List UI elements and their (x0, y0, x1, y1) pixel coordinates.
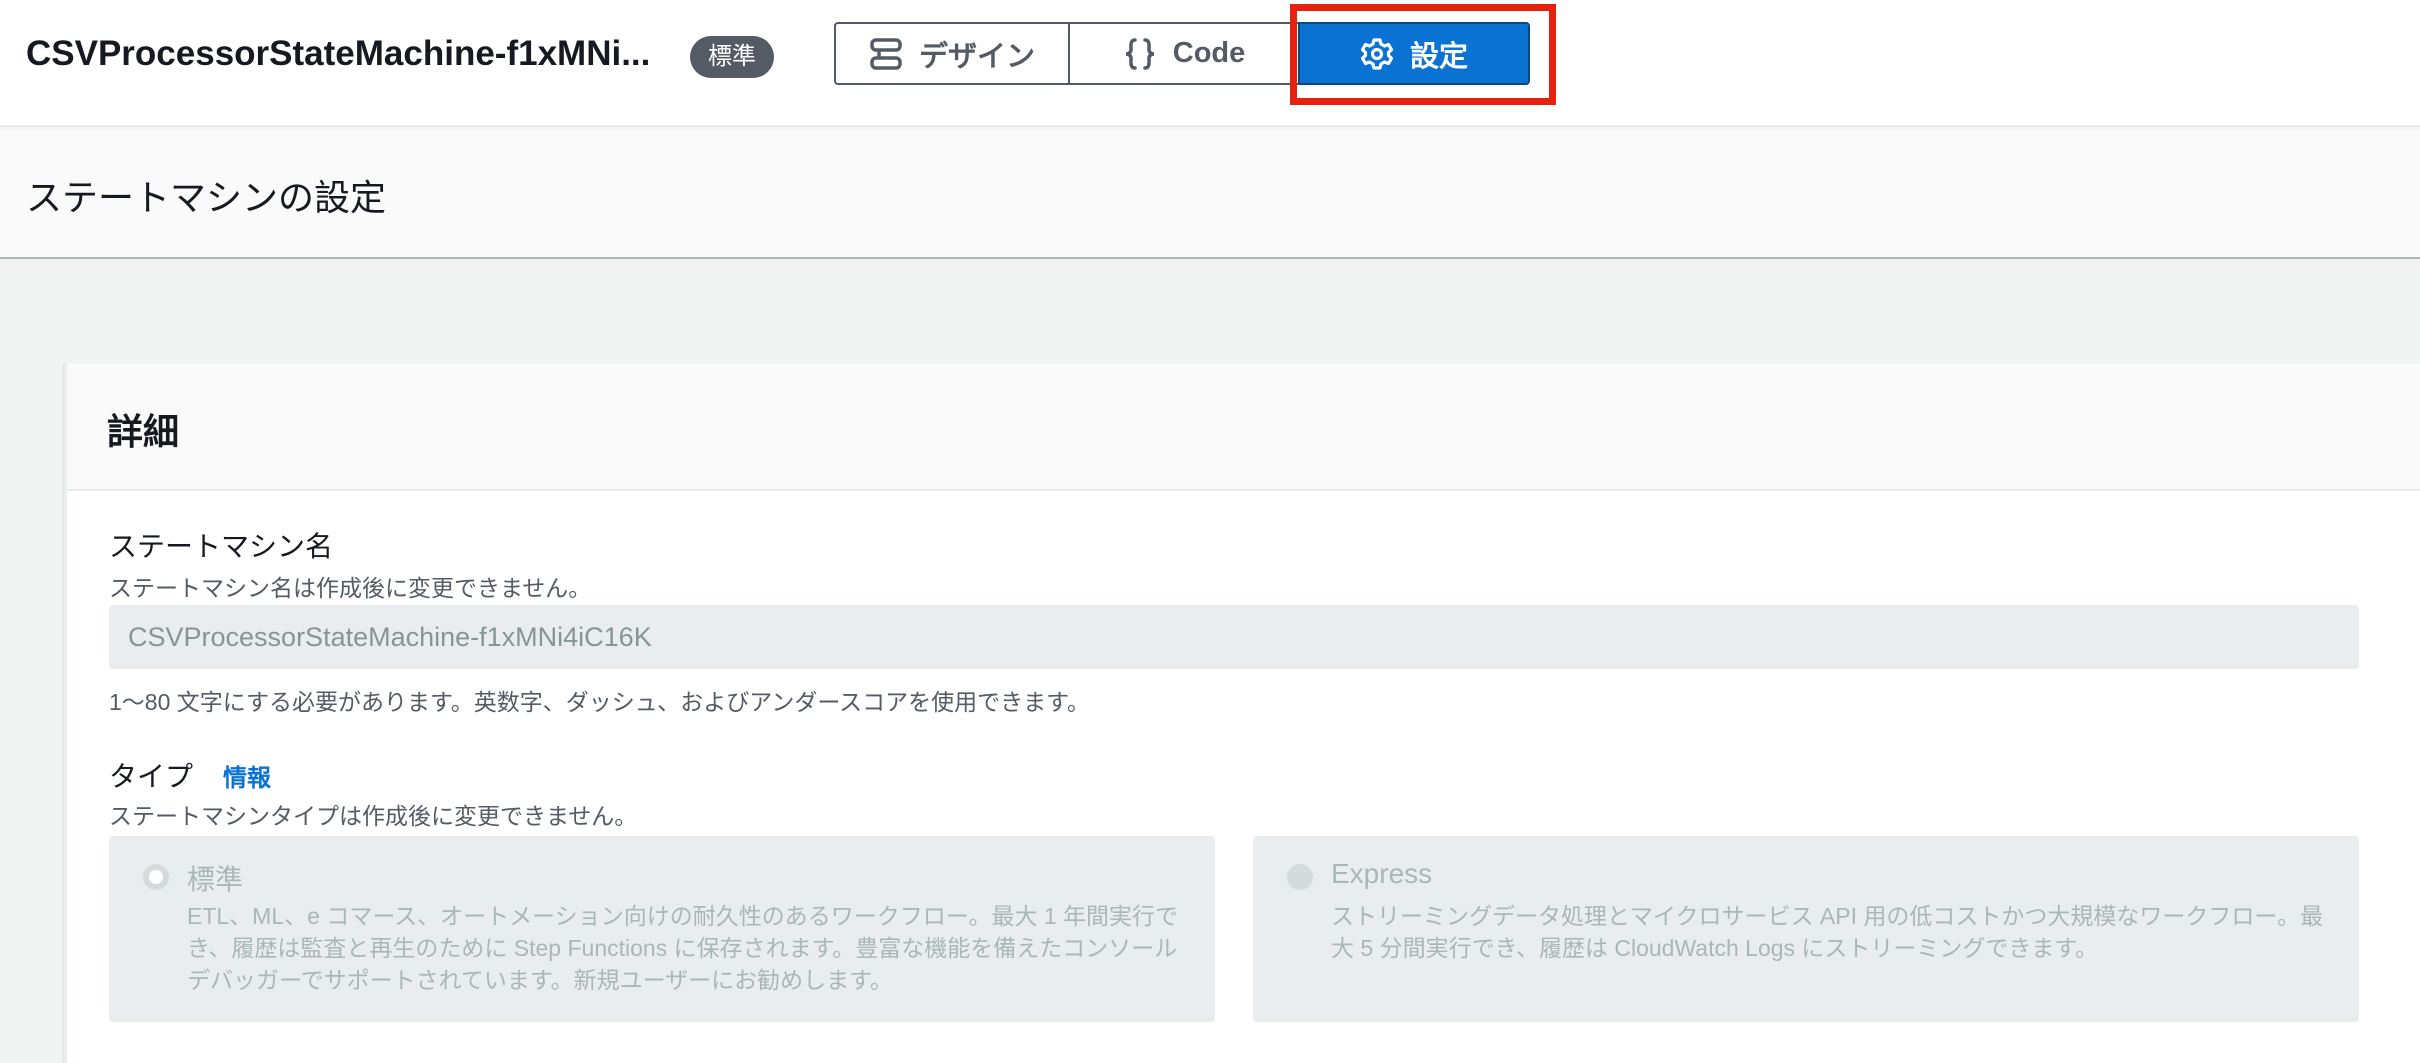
type-option-express-description: ストリーミングデータ処理とマイクロサービス API 用の低コストかつ大規模なワー… (1331, 903, 2324, 961)
radio-standard (143, 864, 169, 890)
page-title: ステートマシンの設定 (26, 177, 387, 218)
details-heading: 詳細 (107, 411, 180, 452)
braces-icon (1123, 37, 1157, 71)
type-info-link[interactable]: 情報 (223, 765, 271, 792)
tab-design-label: デザイン (918, 40, 1035, 73)
page-header: ステートマシンの設定 (0, 129, 2420, 259)
state-machine-name-input: CSVProcessorStateMachine-f1xMNi4iC16K (109, 605, 2359, 669)
tab-settings[interactable]: 設定 (1298, 22, 1530, 85)
type-option-express: Express ストリーミングデータ処理とマイクロサービス API 用の低コスト… (1253, 836, 2359, 1022)
state-machine-name-label: ステートマシン名 (109, 531, 334, 562)
type-description: ステートマシンタイプは作成後に変更できません。 (109, 803, 638, 829)
type-label: タイプ (109, 761, 194, 792)
details-panel: 詳細 ステートマシン名 ステートマシン名は作成後に変更できません。 CSVPro… (64, 363, 2420, 1063)
tab-code[interactable]: Code (1068, 22, 1300, 85)
radio-express (1287, 864, 1313, 890)
type-option-standard-title: 標準 (187, 864, 244, 895)
details-panel-header: 詳細 (67, 363, 2420, 491)
tab-code-label: Code (1172, 37, 1246, 69)
gear-icon (1360, 37, 1394, 71)
state-machine-name-description: ステートマシン名は作成後に変更できません。 (109, 575, 592, 601)
type-option-express-title: Express (1331, 858, 1433, 889)
type-option-standard-description: ETL、ML、e コマース、オートメーション向けの耐久性のあるワークフロー。最大… (187, 903, 1179, 993)
type-option-standard: 標準 ETL、ML、e コマース、オートメーション向けの耐久性のあるワークフロー… (109, 836, 1215, 1022)
state-machine-title: CSVProcessorStateMachine-f1xMNi... (26, 34, 651, 73)
view-segmented-control: デザイン Code 設定 (834, 22, 1530, 85)
top-bar: CSVProcessorStateMachine-f1xMNi... 標準 デザ… (0, 0, 2420, 127)
state-machine-name-constraint: 1〜80 文字にする必要があります。英数字、ダッシュ、およびアンダースコアを使用… (109, 689, 1090, 715)
tab-design[interactable]: デザイン (834, 22, 1070, 85)
type-badge: 標準 (690, 36, 774, 78)
tab-settings-label: 設定 (1409, 40, 1468, 73)
design-flow-icon (869, 37, 903, 71)
type-label-row: タイプ 情報 (109, 755, 271, 795)
